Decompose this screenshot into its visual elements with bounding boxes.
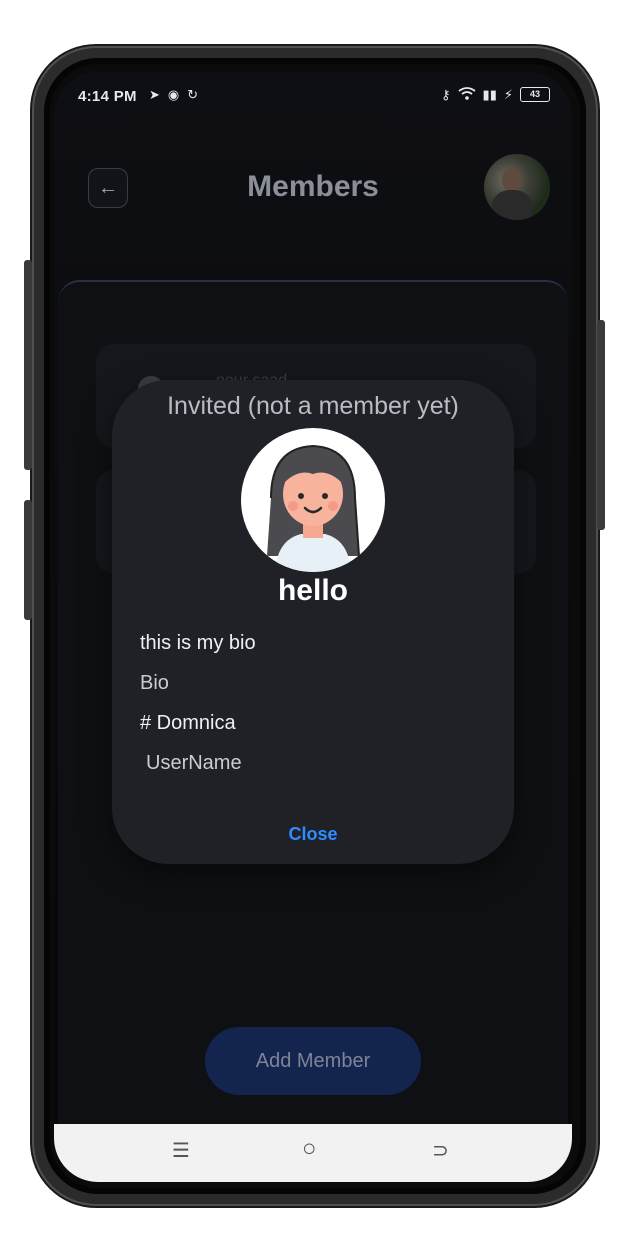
bio-label: Bio — [140, 672, 169, 694]
add-member-button[interactable]: Add Member — [205, 1027, 421, 1095]
status-bar: 4:14 PM ➤ ◉ ↻ ⚷ ▮▮ ⚡ 43 — [54, 72, 572, 122]
app-icon: ◉ — [167, 87, 180, 102]
wifi-icon — [458, 86, 476, 103]
avatar-body — [492, 190, 532, 220]
status-time: 4:14 PM — [78, 88, 137, 105]
member-info-dialog: Invited (not a member yet) hello this is… — [112, 380, 514, 864]
home-icon[interactable]: ○ — [302, 1135, 317, 1163]
username-label: UserName — [146, 752, 242, 774]
user-avatar[interactable] — [484, 154, 550, 220]
recent-apps-icon[interactable]: ☰ — [172, 1138, 190, 1163]
status-right-icons: ⚷ ▮▮ ⚡ 43 — [441, 86, 550, 103]
side-key — [24, 500, 32, 620]
username-value: # Domnica — [140, 712, 236, 734]
screen: 4:14 PM ➤ ◉ ↻ ⚷ ▮▮ ⚡ 43 ← Members nour s… — [54, 72, 572, 1182]
signal-icon: ▮▮ — [482, 86, 497, 102]
system-nav-bar: ☰ ○ ⊃ — [54, 1124, 572, 1182]
bio-value: this is my bio — [140, 632, 256, 654]
power-button — [597, 320, 605, 530]
volume-button — [24, 260, 32, 470]
sync-icon: ↻ — [187, 87, 199, 102]
charging-icon: ⚡ — [503, 86, 513, 102]
avatar-head — [502, 168, 522, 192]
battery-icon: 43 — [520, 87, 550, 102]
profile-avatar-icon — [241, 428, 385, 572]
telegram-icon: ➤ — [149, 87, 160, 102]
member-display-name: hello — [277, 574, 348, 607]
nav-back-icon[interactable]: ⊃ — [432, 1138, 449, 1163]
dialog-title: Invited (not a member yet) — [167, 392, 459, 420]
status-left-icons: ➤ ◉ ↻ — [149, 87, 198, 103]
key-icon: ⚷ — [441, 86, 451, 102]
close-button[interactable]: Close — [112, 824, 514, 845]
